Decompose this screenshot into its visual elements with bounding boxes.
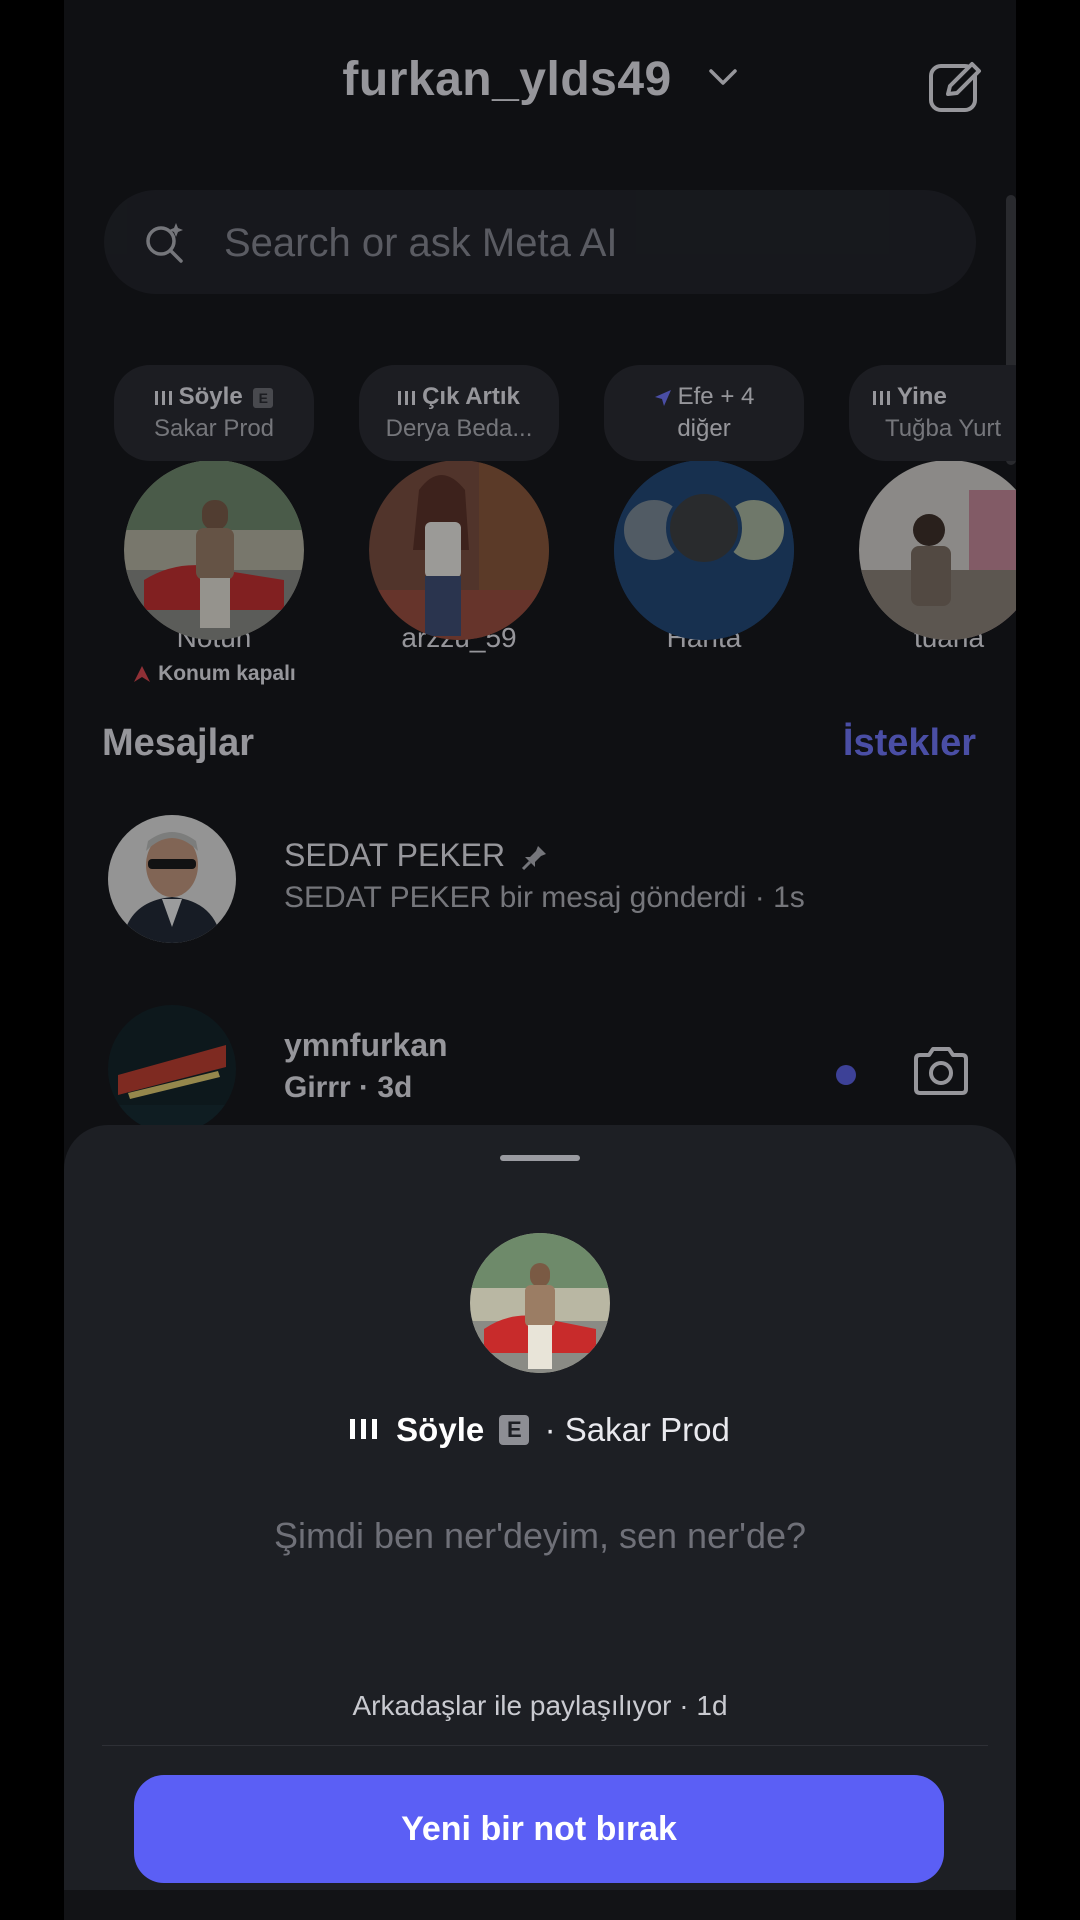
new-note-button[interactable]: Yeni bir not bırak bbox=[134, 1775, 944, 1883]
messages-header: Mesajlar bbox=[102, 722, 255, 764]
search-bar[interactable] bbox=[104, 190, 976, 296]
music-bars-icon bbox=[154, 390, 172, 405]
requests-link[interactable]: İstekler bbox=[843, 722, 976, 765]
avatar-photo bbox=[108, 815, 236, 943]
inbox-screen: furkan_ylds49 Söyle E bbox=[64, 0, 1016, 1140]
drag-handle[interactable] bbox=[500, 1155, 580, 1161]
location-status: Konum kapalı bbox=[158, 662, 296, 685]
avatar-photo bbox=[369, 460, 549, 640]
note-bubble[interactable]: Söyle E Sakar Prod bbox=[114, 365, 314, 461]
search-icon bbox=[146, 223, 183, 263]
contact-name: SEDAT PEKER bbox=[284, 837, 506, 873]
divider bbox=[102, 1745, 988, 1746]
system-nav-bar bbox=[64, 1890, 1016, 1920]
note-song: Yine bbox=[897, 383, 947, 410]
note-artist: Tuğba Yurt bbox=[885, 415, 1002, 442]
unread-indicator bbox=[836, 1065, 856, 1085]
map-more: diğer bbox=[677, 415, 731, 442]
map-avatar[interactable] bbox=[614, 460, 794, 640]
location-arrow-icon bbox=[654, 389, 671, 406]
note-bubble[interactable]: Yine Tuğba Yurt bbox=[849, 365, 1016, 461]
avatar-photo bbox=[124, 460, 304, 640]
app-screen: furkan_ylds49 Söyle E bbox=[64, 0, 1016, 1920]
contact-name: ymnfurkan bbox=[284, 1027, 448, 1063]
pin-icon bbox=[521, 845, 546, 870]
note-bottom-sheet: Söyle E · Sakar Prod Şimdi ben ner'deyim… bbox=[64, 1125, 1016, 1890]
camera-icon[interactable] bbox=[912, 1045, 970, 1097]
explicit-badge: E bbox=[499, 1415, 530, 1446]
search-input[interactable] bbox=[222, 190, 926, 296]
avatar-photo bbox=[859, 460, 1016, 640]
avatar-photo bbox=[470, 1233, 610, 1373]
chevron-down-icon bbox=[708, 69, 737, 86]
share-info: Arkadaşlar ile paylaşılıyor · 1d bbox=[352, 1690, 728, 1721]
account-switcher[interactable]: furkan_ylds49 bbox=[64, 52, 1016, 107]
note-bubble[interactable]: Efe + 4 diğer bbox=[604, 365, 804, 461]
sheet-artist: · Sakar Prod bbox=[544, 1411, 730, 1448]
avatar[interactable] bbox=[108, 815, 236, 943]
avatar[interactable] bbox=[859, 460, 1016, 640]
map-icon bbox=[614, 460, 794, 640]
sheet-song: Söyle bbox=[396, 1411, 485, 1448]
note-song: Çık Artık bbox=[422, 383, 520, 410]
avatar[interactable] bbox=[108, 1005, 236, 1133]
note-song: Söyle bbox=[178, 383, 243, 410]
message-row[interactable]: ymnfurkan Girrr · 3d bbox=[64, 1005, 1016, 1145]
map-friends: Efe + 4 bbox=[677, 383, 755, 410]
sheet-music-info[interactable]: Söyle E · Sakar Prod bbox=[64, 1411, 1016, 1449]
compose-icon[interactable] bbox=[926, 56, 986, 116]
music-bars-icon bbox=[398, 390, 416, 405]
message-preview: SEDAT PEKER bir mesaj gönderdi · 1s bbox=[284, 881, 805, 914]
music-bars-icon bbox=[350, 1419, 378, 1440]
avatar[interactable] bbox=[124, 460, 304, 640]
explicit-badge: E bbox=[253, 387, 274, 408]
note-text: Şimdi ben ner'deyim, sen ner'de? bbox=[273, 1515, 807, 1556]
avatar-photo bbox=[108, 1005, 236, 1133]
username-label: furkan_ylds49 bbox=[342, 53, 672, 106]
music-bars-icon bbox=[873, 390, 890, 405]
message-row[interactable]: SEDAT PEKER SEDAT PEKER bir mesaj gönder… bbox=[64, 815, 1016, 955]
note-artist: Sakar Prod bbox=[153, 415, 275, 442]
avatar bbox=[470, 1233, 610, 1373]
avatar[interactable] bbox=[369, 460, 549, 640]
notes-row: Söyle E Sakar Prod Konum kapalı Çık Artı… bbox=[64, 360, 1016, 700]
location-off-icon bbox=[134, 666, 151, 683]
note-artist: Derya Beda... bbox=[385, 415, 533, 442]
message-preview: Girrr · 3d bbox=[284, 1071, 413, 1104]
note-bubble[interactable]: Çık Artık Derya Beda... bbox=[359, 365, 559, 461]
